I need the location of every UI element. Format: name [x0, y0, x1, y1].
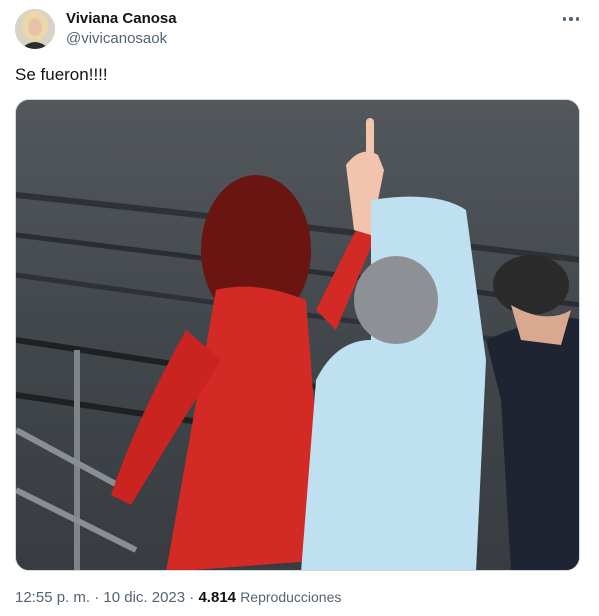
more-horizontal-icon[interactable]: [558, 8, 584, 30]
tweet-date[interactable]: 10 dic. 2023: [103, 589, 185, 606]
tweet-text: Se fueron!!!!: [15, 65, 108, 84]
tweet-media-photo[interactable]: [15, 99, 580, 571]
meta-separator-2: ·: [189, 589, 195, 606]
author-name[interactable]: Viviana Canosa: [66, 10, 177, 27]
avatar[interactable]: [15, 9, 55, 49]
tweet-meta: 12:55 p. m. · 10 dic. 2023 · 4.814 Repro…: [15, 589, 341, 606]
views-label: Reproducciones: [240, 589, 342, 605]
tweet-time[interactable]: 12:55 p. m.: [15, 589, 90, 606]
meta-separator: ·: [94, 589, 100, 606]
tweet-card: Viviana Canosa @vivicanosaok Se fueron!!…: [0, 0, 599, 616]
author-handle[interactable]: @vivicanosaok: [66, 30, 167, 47]
views-count[interactable]: 4.814: [198, 589, 236, 606]
